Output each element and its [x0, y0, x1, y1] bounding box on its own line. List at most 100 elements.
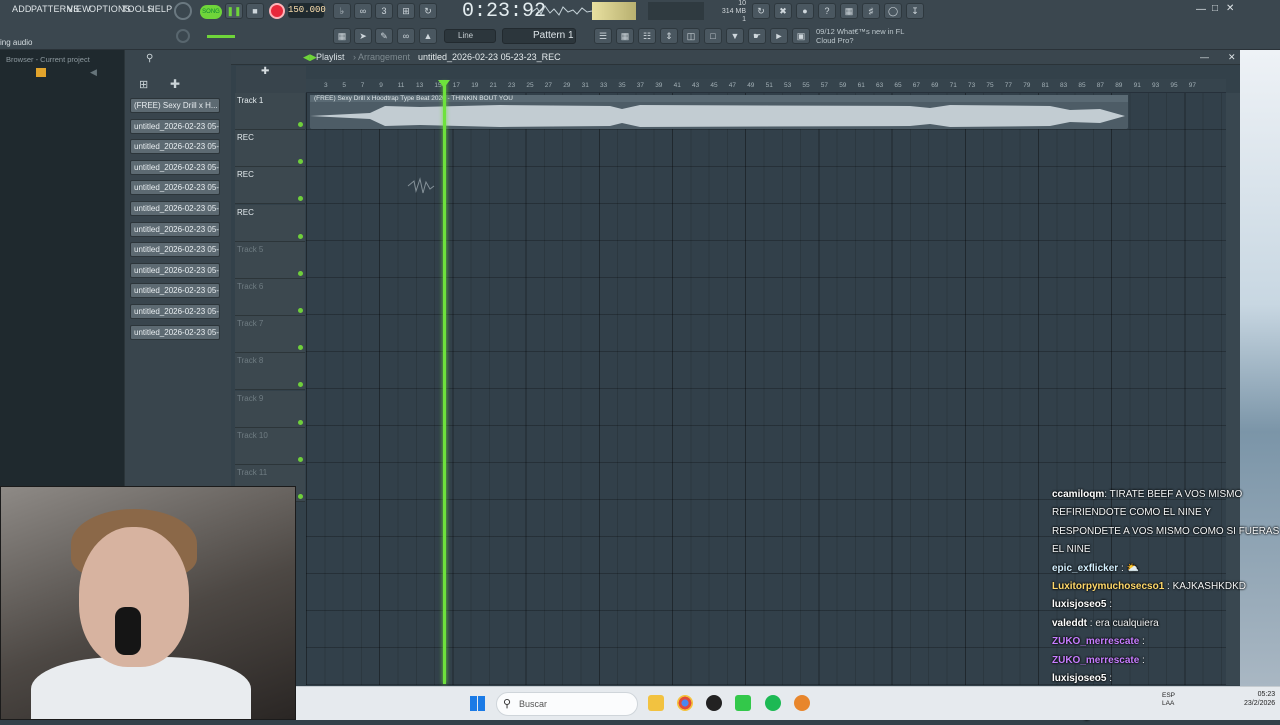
- master-volume-slider[interactable]: [207, 35, 235, 38]
- ruler-bar-number: 37: [636, 82, 645, 89]
- channel-button[interactable]: untitled_2026-02-23 05-...: [130, 242, 220, 258]
- channel-button[interactable]: untitled_2026-02-23 05-...: [130, 180, 220, 196]
- microphone-icon[interactable]: ●: [796, 3, 814, 19]
- arrow-left-icon[interactable]: ◀: [90, 67, 97, 78]
- piano-roll-icon[interactable]: ▦: [333, 28, 351, 44]
- ruler-bar-number: 19: [471, 82, 479, 89]
- chat-username[interactable]: ZUKO_merrescate: [1052, 636, 1139, 647]
- help-icon[interactable]: ?: [818, 3, 836, 19]
- minimize-icon[interactable]: —: [1196, 4, 1206, 15]
- app-icon[interactable]: [794, 695, 810, 711]
- chat-username[interactable]: Luxitorpymuchosecso1: [1052, 581, 1164, 592]
- menu-view[interactable]: VIEW: [67, 4, 91, 14]
- fl-studio-icon[interactable]: [735, 695, 751, 711]
- arrangement-label[interactable]: › Arrangement: [353, 52, 410, 62]
- chat-username[interactable]: luxisjoseo5: [1052, 599, 1106, 610]
- track-mute-led[interactable]: [298, 308, 303, 313]
- magnet-icon[interactable]: ⚲: [146, 53, 153, 64]
- chat-username[interactable]: ZUKO_merrescate: [1052, 655, 1139, 666]
- file-explorer-icon[interactable]: [648, 695, 664, 711]
- channel-button[interactable]: untitled_2026-02-23 05-...: [130, 139, 220, 155]
- channel-rack-icon[interactable]: ☷: [638, 28, 656, 44]
- chat-username[interactable]: epic_exflicker: [1052, 563, 1118, 574]
- chat-icon[interactable]: ◯: [884, 3, 902, 19]
- song-mode-toggle[interactable]: SONG: [200, 5, 222, 19]
- mixer-icon[interactable]: ☰: [594, 28, 612, 44]
- track-mute-led[interactable]: [298, 270, 303, 276]
- plugin-database-icon[interactable]: ▼: [726, 28, 744, 44]
- tools-icon[interactable]: ✖: [774, 3, 792, 19]
- record-filter-icon[interactable]: ►: [770, 28, 788, 44]
- maximize-icon[interactable]: □: [1212, 3, 1218, 14]
- playlist-close-icon[interactable]: ✕: [1228, 52, 1236, 63]
- shop-icon[interactable]: ▣: [792, 28, 810, 44]
- metronome-icon[interactable]: ♭: [333, 3, 351, 19]
- language-indicator[interactable]: ESP LAA: [1162, 692, 1175, 708]
- channel-button[interactable]: untitled_2026-02-23 05-...: [130, 118, 220, 134]
- channel-button[interactable]: untitled_2026-02-23 05-...: [130, 159, 220, 175]
- grid-icon[interactable]: ⊞: [139, 78, 148, 91]
- refresh-icon[interactable]: ↻: [752, 3, 770, 19]
- playlist-play-icon[interactable]: ◀▶: [303, 52, 317, 63]
- chat-username[interactable]: valeddt: [1052, 618, 1087, 629]
- windows-start-icon[interactable]: [470, 696, 485, 711]
- news-panel[interactable]: 09/12 What€™s new in FL Cloud Pro?: [816, 27, 926, 45]
- channel-button[interactable]: untitled_2026-02-23 05-...: [130, 324, 220, 340]
- track-mute-led[interactable]: [298, 233, 303, 239]
- channel-button[interactable]: untitled_2026-02-23 05-...: [130, 221, 220, 237]
- master-pitch-knob[interactable]: [174, 2, 192, 20]
- master-volume-knob[interactable]: [176, 29, 190, 43]
- playhead-marker-icon[interactable]: [438, 80, 450, 88]
- move-icon[interactable]: ✚: [170, 77, 180, 91]
- track-mute-led[interactable]: [298, 456, 303, 462]
- browser-icon[interactable]: ◫: [682, 28, 700, 44]
- track-mute-led[interactable]: [298, 122, 303, 127]
- play-icon[interactable]: ❚❚: [225, 3, 243, 19]
- track-mute-led[interactable]: [298, 419, 303, 425]
- spotify-icon[interactable]: [765, 695, 781, 711]
- stop-icon[interactable]: ■: [246, 3, 264, 19]
- plugin-icon[interactable]: ♯: [862, 3, 880, 19]
- menu-help[interactable]: HELP: [148, 4, 172, 14]
- save-icon[interactable]: ▦: [840, 3, 858, 19]
- piano-roll-window-icon[interactable]: ▦: [616, 28, 634, 44]
- tempo-display[interactable]: 150.000: [288, 3, 326, 18]
- close-icon[interactable]: ✕: [1226, 3, 1234, 14]
- loop-record-icon[interactable]: ↻: [419, 3, 437, 19]
- download-icon[interactable]: ↧: [906, 3, 924, 19]
- sliders-icon[interactable]: ⇕: [660, 28, 678, 44]
- chat-message: luxisjoseo5 :: [1052, 596, 1280, 614]
- wait-icon[interactable]: ∞: [354, 3, 372, 19]
- playlist-file-name: untitled_2026-02-23 05-23-23_REC: [418, 52, 561, 62]
- obs-icon[interactable]: [706, 695, 722, 711]
- menu-add[interactable]: ADD: [12, 4, 32, 14]
- folder-icon[interactable]: [36, 68, 46, 77]
- project-icon[interactable]: □: [704, 28, 722, 44]
- channel-button[interactable]: untitled_2026-02-23 05-...: [130, 262, 220, 278]
- channel-button[interactable]: untitled_2026-02-23 05-...: [130, 304, 220, 319]
- link-icon[interactable]: ∞: [397, 28, 415, 44]
- chrome-icon[interactable]: [677, 695, 693, 711]
- channel-button[interactable]: (FREE) Sexy Drill x H...: [130, 98, 220, 113]
- countdown-icon[interactable]: 3: [375, 3, 393, 19]
- arrow-icon[interactable]: ➤: [354, 28, 372, 44]
- taskbar-search[interactable]: Buscar: [496, 692, 638, 716]
- track-name: Track 9: [237, 393, 264, 403]
- pencil-icon[interactable]: ✎: [375, 28, 393, 44]
- stamp-icon[interactable]: ▲: [419, 28, 437, 44]
- touch-icon[interactable]: ☛: [748, 28, 766, 44]
- channel-button[interactable]: untitled_2026-02-23 05-...: [130, 283, 220, 299]
- playhead[interactable]: [443, 82, 446, 684]
- playlist-minimize-icon[interactable]: —: [1200, 52, 1209, 62]
- zoom-move-icon[interactable]: ✚: [261, 66, 269, 77]
- pattern-select[interactable]: Pattern 1: [502, 28, 576, 44]
- chat-username[interactable]: luxisjoseo5: [1052, 673, 1106, 684]
- record-icon[interactable]: [269, 3, 285, 19]
- recorded-clip-fragment[interactable]: [406, 175, 436, 197]
- snap-select[interactable]: Line: [444, 29, 496, 43]
- chat-username[interactable]: ccamiloqm: [1052, 489, 1104, 500]
- channel-button[interactable]: untitled_2026-02-23 05-...: [130, 201, 220, 216]
- taskbar-clock[interactable]: 05:23 23/2/2026: [1244, 690, 1275, 708]
- track-mute-led[interactable]: [298, 494, 303, 499]
- step-edit-icon[interactable]: ⊞: [397, 3, 415, 19]
